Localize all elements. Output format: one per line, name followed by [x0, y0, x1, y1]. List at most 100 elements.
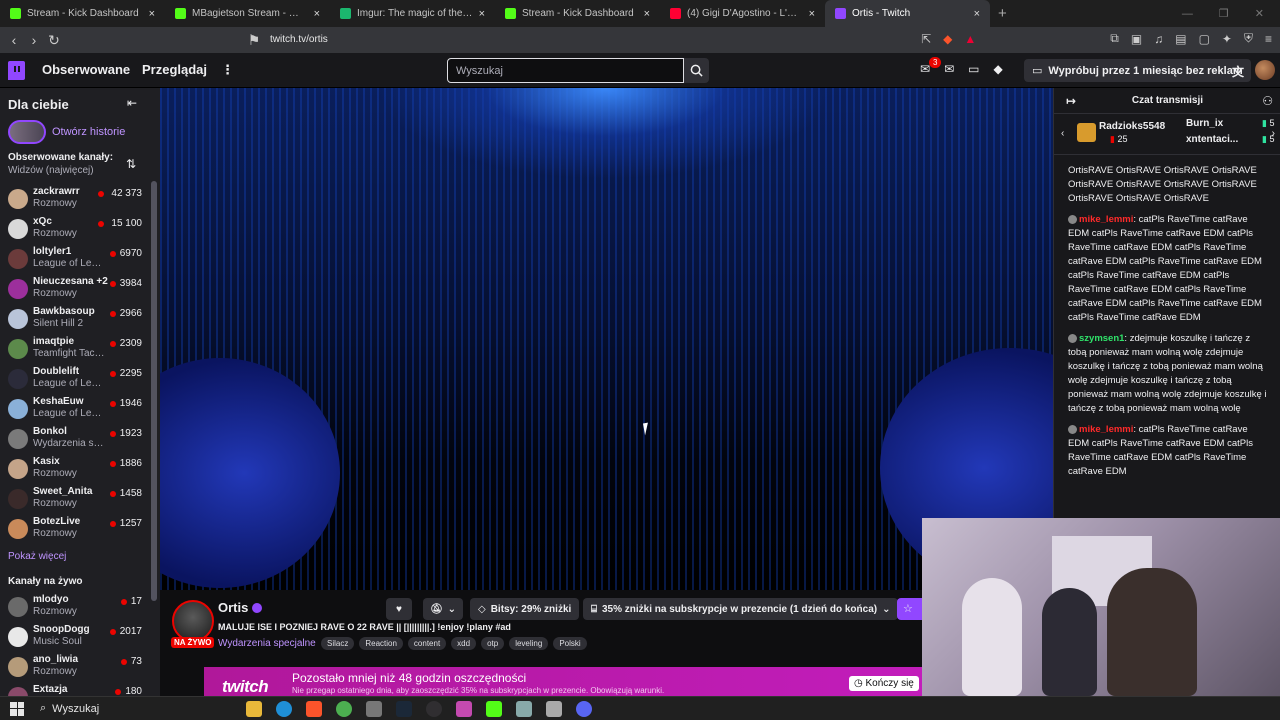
- browser-tab-active[interactable]: Ortis - Twitch ×: [825, 0, 990, 27]
- browser-tab[interactable]: Imgur: The magic of the Internet×: [330, 0, 495, 27]
- vpn-icon[interactable]: ⛨: [1244, 31, 1253, 46]
- more-options-icon[interactable]: ⋮: [221, 62, 234, 78]
- collapse-sidebar-icon[interactable]: ⇤: [127, 96, 137, 110]
- close-tab-icon[interactable]: ×: [644, 8, 650, 20]
- steam-icon[interactable]: [396, 700, 412, 717]
- show-more-link[interactable]: Pokaż więcej: [8, 551, 66, 562]
- nav-browse[interactable]: Przeglądaj: [142, 62, 207, 77]
- twitch-logo-icon[interactable]: [8, 61, 25, 80]
- close-tab-icon[interactable]: ×: [809, 8, 815, 20]
- edge-icon[interactable]: [276, 700, 292, 717]
- chrome-icon[interactable]: [336, 700, 352, 717]
- tag[interactable]: leveling: [509, 637, 549, 650]
- share-icon[interactable]: ⇱: [921, 32, 931, 46]
- chat-bubble-icon[interactable]: ▭: [968, 62, 979, 76]
- sidebar-channel[interactable]: SnoopDogg Music Soul 2017: [0, 623, 152, 653]
- taskbar-search[interactable]: ⌕ Wyszukaj: [40, 699, 230, 719]
- sidebar-channel[interactable]: Extazja 180: [0, 683, 152, 696]
- sidebar-channel[interactable]: Nieuczesana +2 Rozmowy 3984: [0, 275, 152, 305]
- windows-start-icon[interactable]: [10, 701, 24, 716]
- close-tab-icon[interactable]: ×: [479, 8, 485, 20]
- sidebar-channel[interactable]: mlodyo Rozmowy 17: [0, 593, 152, 623]
- sidebar-channel[interactable]: BonkolWydarzenia specjalne 1923: [0, 425, 152, 455]
- search-button[interactable]: [684, 58, 709, 83]
- close-window-icon[interactable]: ✕: [1255, 7, 1264, 20]
- brave-icon[interactable]: [306, 700, 322, 717]
- browser-tab[interactable]: Stream - Kick Dashboard ×: [0, 0, 165, 27]
- whispers-icon[interactable]: ✉: [944, 62, 954, 76]
- ai-icon[interactable]: ✦: [1222, 32, 1232, 46]
- music-icon[interactable]: ♫: [1154, 32, 1163, 46]
- sidebar-channel[interactable]: Sweet_Anita Rozmowy 1458: [0, 485, 152, 515]
- sidebar-channel[interactable]: loltyler1League of Legends 6970: [0, 245, 152, 275]
- sidebar-channel[interactable]: Bawkbasoup Silent Hill 2 2966: [0, 305, 152, 335]
- bits-discount-button[interactable]: ◇ Bitsy: 29% zniżki: [470, 598, 580, 620]
- menu-icon[interactable]: ≡: [1265, 32, 1272, 46]
- tag[interactable]: Polski: [553, 637, 587, 650]
- minimize-icon[interactable]: —: [1182, 8, 1193, 20]
- file-explorer-icon[interactable]: [246, 700, 262, 717]
- user-avatar[interactable]: [1255, 60, 1275, 80]
- new-tab-button[interactable]: +: [990, 0, 1015, 27]
- sidebar-channel[interactable]: imaqtpie Teamfight Tactics 2309: [0, 335, 152, 365]
- obs-icon[interactable]: [426, 700, 442, 717]
- back-icon[interactable]: ‹: [4, 32, 24, 48]
- notifications-button[interactable]: 🔕︎ ⌄: [423, 598, 463, 620]
- browser-tab[interactable]: Stream - Kick Dashboard ×: [495, 0, 660, 27]
- chat-username[interactable]: mike_lemmi: [1079, 214, 1133, 225]
- close-tab-icon[interactable]: ×: [149, 8, 155, 20]
- open-stories[interactable]: Otwórz historie: [8, 120, 125, 144]
- discord-icon[interactable]: [576, 700, 592, 717]
- collapse-chat-icon[interactable]: ↦: [1066, 94, 1076, 108]
- streamer-name[interactable]: Ortis: [218, 600, 263, 615]
- brave-shield-icon[interactable]: ◆: [943, 32, 952, 46]
- video-player[interactable]: [160, 88, 1053, 590]
- sort-icon[interactable]: ⇅: [126, 157, 136, 171]
- sidebar-channel[interactable]: KeshaEuwLeague of Legends 1946: [0, 395, 152, 425]
- sidebar-channel[interactable]: DoubleliftLeague of Legends 2295: [0, 365, 152, 395]
- translate-icon[interactable]: 文: [1232, 63, 1244, 80]
- gift-sub-button[interactable]: ⌸ 35% zniżki na subskrypcje w prezencie (…: [583, 598, 899, 620]
- tag[interactable]: Reaction: [359, 637, 403, 650]
- streamer-avatar[interactable]: [172, 600, 214, 642]
- extensions-icon[interactable]: ⧉: [1110, 31, 1119, 46]
- app-icon[interactable]: [546, 700, 562, 717]
- browser-tab[interactable]: MBagietson Stream - Watch Live on Kick×: [165, 0, 330, 27]
- tag[interactable]: xdd: [451, 637, 477, 650]
- tag[interactable]: otp: [481, 637, 505, 650]
- turbo-trial-button[interactable]: ▭ Wypróbuj przez 1 miesiąc bez reklam: [1024, 59, 1251, 82]
- kick-app-icon[interactable]: [486, 700, 502, 717]
- gifter-name[interactable]: xntentaci...: [1186, 134, 1238, 145]
- screenshot-icon[interactable]: ▣: [1131, 32, 1142, 46]
- stream-category-link[interactable]: Wydarzenia specjalne: [218, 638, 316, 649]
- gifter-name[interactable]: Radzioks5548: [1099, 121, 1165, 132]
- forward-icon[interactable]: ›: [24, 32, 44, 48]
- chat-username[interactable]: mike_lemmi: [1079, 424, 1133, 435]
- reload-icon[interactable]: ↻: [44, 32, 64, 49]
- community-icon[interactable]: ⚇: [1262, 94, 1273, 108]
- bookmark-icon[interactable]: ⚑: [244, 32, 264, 49]
- gifter-name[interactable]: Burn_ix: [1186, 118, 1223, 129]
- browser-tab[interactable]: (4) Gigi D'Agostino - L'Amour Toujours×: [660, 0, 825, 27]
- follow-heart-button[interactable]: ♥: [386, 598, 412, 620]
- sidebar-channel[interactable]: zackrawrr Rozmowy 42 373: [0, 185, 152, 215]
- nav-following[interactable]: Obserwowane: [42, 62, 130, 77]
- app-icon[interactable]: [456, 700, 472, 717]
- sidebar-scrollbar[interactable]: [151, 181, 157, 601]
- search-input[interactable]: Wyszukaj: [447, 58, 684, 83]
- tag[interactable]: content: [407, 637, 447, 650]
- rewards-icon[interactable]: ▲: [964, 32, 976, 46]
- sidebar-icon[interactable]: ▤: [1175, 32, 1186, 46]
- address-bar[interactable]: twitch.tv/ortis: [270, 34, 328, 45]
- sidebar-channel[interactable]: ano_liwia Rozmowy 73: [0, 653, 152, 683]
- chat-username[interactable]: szymsen1: [1079, 333, 1124, 344]
- chevron-right-icon[interactable]: ›: [1272, 128, 1275, 139]
- chevron-left-icon[interactable]: ‹: [1061, 128, 1064, 139]
- promo-banner[interactable]: twitch Pozostało mniej niż 48 godzin osz…: [204, 667, 924, 696]
- sidebar-channel[interactable]: xQc Rozmowy 15 100: [0, 215, 152, 245]
- app-icon[interactable]: [516, 700, 532, 717]
- sidebar-channel[interactable]: Kasix Rozmowy 1886: [0, 455, 152, 485]
- app-icon[interactable]: [366, 700, 382, 717]
- close-tab-icon[interactable]: ×: [314, 8, 320, 20]
- sidebar-channel[interactable]: BotezLive Rozmowy 1257: [0, 515, 152, 545]
